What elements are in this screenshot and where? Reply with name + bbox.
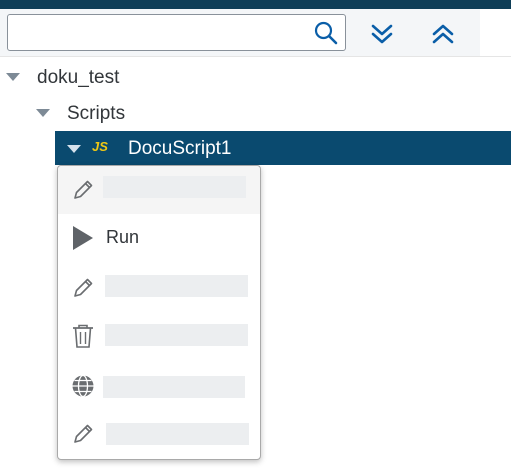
search-input[interactable] bbox=[12, 18, 306, 49]
toolbar-divider bbox=[0, 56, 511, 57]
globe-icon bbox=[72, 374, 94, 398]
pencil-icon bbox=[74, 278, 93, 297]
caret-down-icon[interactable] bbox=[6, 73, 20, 81]
tree-node-label: DocuScript1 bbox=[128, 138, 232, 159]
caret-down-icon[interactable] bbox=[36, 109, 50, 117]
menu-item-edit-2[interactable] bbox=[58, 410, 260, 458]
collapse-all-icon[interactable] bbox=[427, 18, 459, 50]
search-icon[interactable] bbox=[313, 20, 339, 46]
menu-item-edit[interactable] bbox=[58, 166, 260, 214]
menu-item-label-placeholder bbox=[103, 176, 246, 198]
expand-all-icon[interactable] bbox=[366, 18, 398, 50]
tree-node-root[interactable]: doku_test bbox=[0, 60, 511, 94]
menu-item-delete[interactable] bbox=[58, 312, 260, 360]
tree-node-selected[interactable]: JS DocuScript1 bbox=[55, 131, 511, 165]
menu-item-label: Run bbox=[106, 227, 140, 247]
context-menu: Run bbox=[57, 165, 261, 460]
menu-item-label-placeholder bbox=[103, 376, 245, 398]
tree-node-label: doku_test bbox=[37, 67, 120, 88]
menu-item-rename[interactable] bbox=[58, 264, 260, 312]
pencil-icon bbox=[74, 180, 93, 199]
tree-node-folder[interactable]: Scripts bbox=[0, 96, 511, 130]
menu-item-label-placeholder bbox=[105, 275, 248, 297]
search-field[interactable] bbox=[7, 14, 346, 51]
js-file-icon: JS bbox=[92, 139, 108, 154]
menu-item-run[interactable]: Run bbox=[58, 214, 260, 262]
menu-item-label-placeholder bbox=[105, 324, 248, 346]
caret-down-icon[interactable] bbox=[67, 145, 81, 153]
pencil-icon bbox=[74, 424, 93, 443]
menu-item-publish[interactable] bbox=[58, 362, 260, 410]
play-icon bbox=[73, 226, 93, 250]
tree-node-label: Scripts bbox=[67, 103, 126, 124]
menu-item-label-placeholder bbox=[106, 423, 249, 445]
trash-icon bbox=[73, 324, 93, 348]
top-header-bar bbox=[0, 0, 511, 9]
